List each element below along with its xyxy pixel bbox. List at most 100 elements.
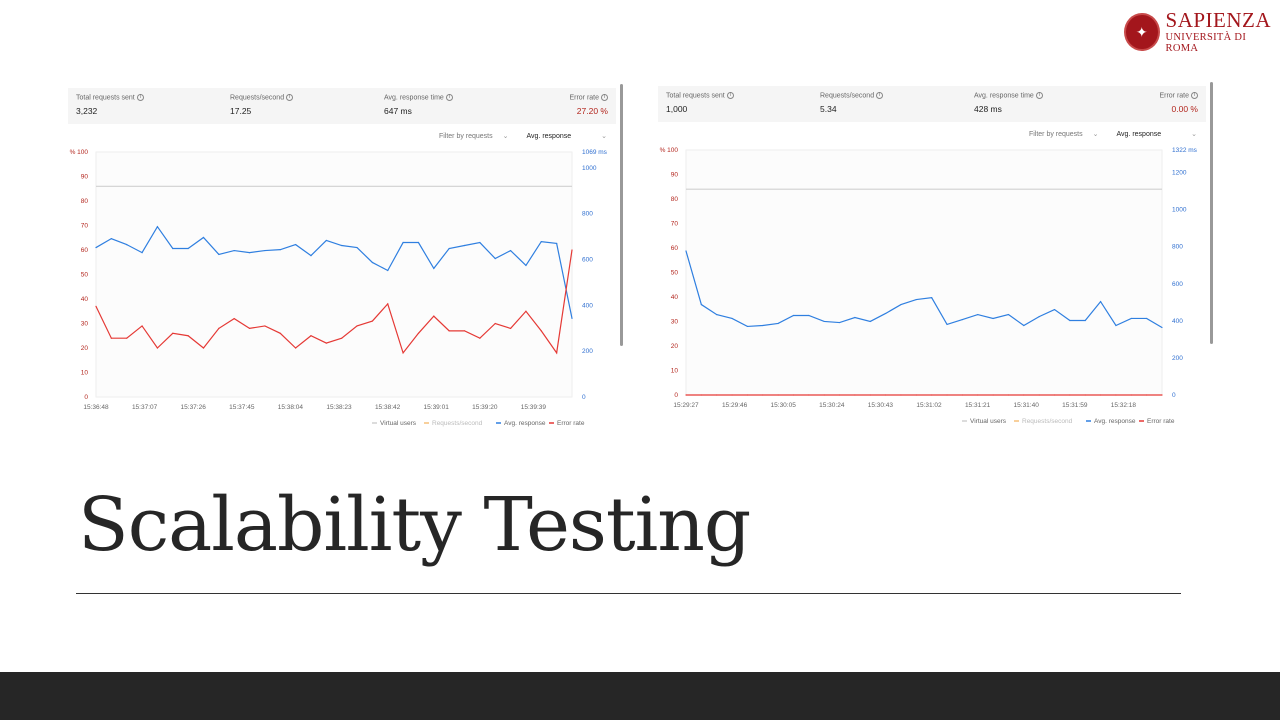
data-point bbox=[977, 313, 979, 316]
right-axis-tick: 400 bbox=[582, 302, 593, 309]
data-point bbox=[448, 247, 450, 250]
data-point bbox=[823, 394, 825, 396]
data-point bbox=[977, 394, 979, 396]
data-point bbox=[126, 337, 128, 339]
data-point bbox=[1053, 394, 1056, 396]
data-point bbox=[556, 352, 558, 354]
data-point bbox=[746, 325, 749, 328]
data-point bbox=[525, 310, 527, 312]
data-point bbox=[716, 313, 718, 316]
data-point bbox=[509, 249, 512, 252]
data-point bbox=[264, 325, 266, 327]
data-point bbox=[463, 244, 466, 247]
data-point bbox=[1099, 394, 1102, 396]
data-point bbox=[946, 394, 948, 396]
data-point bbox=[1038, 394, 1040, 396]
right-axis-tick: 800 bbox=[582, 211, 593, 218]
dashboard-panel-2: Total requests sent i 1,000 Requests/second… bbox=[658, 82, 1213, 426]
data-point bbox=[156, 226, 159, 228]
data-point bbox=[900, 394, 902, 396]
right-axis-tick: 1000 bbox=[1172, 207, 1187, 214]
x-axis-tick: 15:38:42 bbox=[375, 404, 401, 411]
data-point bbox=[885, 394, 887, 396]
data-point bbox=[295, 243, 297, 246]
data-point bbox=[869, 320, 871, 323]
data-point bbox=[931, 394, 933, 396]
data-point bbox=[961, 394, 963, 396]
data-point bbox=[854, 316, 856, 319]
data-point bbox=[417, 332, 420, 334]
x-axis-tick: 15:29:27 bbox=[673, 402, 699, 409]
x-axis-tick: 15:38:04 bbox=[278, 404, 304, 411]
data-point bbox=[279, 249, 281, 251]
right-axis-tick: 800 bbox=[1172, 244, 1183, 251]
data-point bbox=[777, 322, 779, 325]
dashboard-panel-1: Total requests sent i 3,232 Requests/second… bbox=[68, 84, 623, 428]
data-point bbox=[571, 317, 573, 319]
data-point bbox=[172, 247, 174, 250]
plot-area bbox=[95, 151, 573, 398]
data-point bbox=[854, 394, 856, 396]
data-point bbox=[1023, 324, 1025, 327]
data-point bbox=[248, 327, 251, 329]
data-point bbox=[1069, 394, 1071, 396]
x-axis-tick: 15:31:21 bbox=[965, 402, 991, 409]
data-point bbox=[731, 317, 733, 320]
x-axis-tick: 15:39:20 bbox=[472, 404, 498, 411]
data-point bbox=[187, 247, 189, 250]
x-axis-tick: 15:29:46 bbox=[722, 402, 748, 409]
data-point bbox=[556, 242, 558, 245]
data-point bbox=[172, 332, 174, 334]
data-point bbox=[264, 249, 266, 252]
logo-name: SAPIENZA bbox=[1165, 8, 1272, 32]
data-point bbox=[402, 241, 404, 244]
data-point bbox=[448, 330, 450, 332]
left-axis-tick: 70 bbox=[81, 223, 89, 230]
right-axis-tick: 1200 bbox=[1172, 170, 1187, 177]
data-point bbox=[341, 337, 343, 339]
data-point bbox=[931, 297, 933, 299]
data-point bbox=[946, 323, 948, 325]
data-point bbox=[540, 241, 542, 243]
data-point bbox=[1130, 317, 1132, 320]
right-axis-max-label: 1069 ms bbox=[582, 149, 608, 156]
data-point bbox=[992, 394, 994, 396]
right-axis-tick: 200 bbox=[582, 348, 593, 355]
data-point bbox=[141, 252, 143, 254]
left-axis-tick: 50 bbox=[671, 270, 679, 277]
data-point bbox=[762, 394, 764, 396]
data-point bbox=[126, 243, 128, 246]
data-point bbox=[685, 394, 687, 396]
x-axis-tick: 15:31:59 bbox=[1062, 402, 1088, 409]
data-point bbox=[792, 394, 795, 396]
left-axis-tick: 20 bbox=[671, 343, 679, 350]
right-axis-max-label: 1322 ms bbox=[1172, 147, 1198, 154]
data-point bbox=[1038, 316, 1040, 318]
legend-item: Virtual users bbox=[380, 420, 417, 427]
logo-subtitle: UNIVERSITÀ DI ROMA bbox=[1165, 32, 1247, 54]
data-point bbox=[310, 254, 312, 257]
legend-item: Avg. response bbox=[1094, 418, 1136, 425]
data-point bbox=[731, 394, 733, 396]
right-axis-tick: 0 bbox=[582, 394, 586, 401]
left-axis-tick: 0 bbox=[674, 392, 678, 399]
legend-item: Requests/second bbox=[1022, 418, 1073, 425]
data-point bbox=[433, 315, 435, 317]
left-axis-tick: 60 bbox=[81, 247, 89, 254]
data-point bbox=[356, 325, 358, 327]
data-point bbox=[218, 327, 220, 329]
data-point bbox=[433, 267, 435, 270]
data-point bbox=[156, 347, 159, 349]
left-axis-tick: 0 bbox=[84, 394, 88, 401]
data-point bbox=[1099, 300, 1102, 303]
data-point bbox=[700, 303, 702, 306]
x-axis-tick: 15:32:18 bbox=[1111, 402, 1137, 409]
data-point bbox=[325, 342, 327, 344]
data-point bbox=[525, 264, 527, 267]
data-point bbox=[387, 269, 389, 272]
left-axis-tick: 50 bbox=[81, 272, 89, 279]
data-point bbox=[202, 347, 205, 349]
data-point bbox=[838, 321, 841, 324]
data-point bbox=[992, 317, 994, 320]
x-axis-tick: 15:38:23 bbox=[326, 404, 352, 411]
